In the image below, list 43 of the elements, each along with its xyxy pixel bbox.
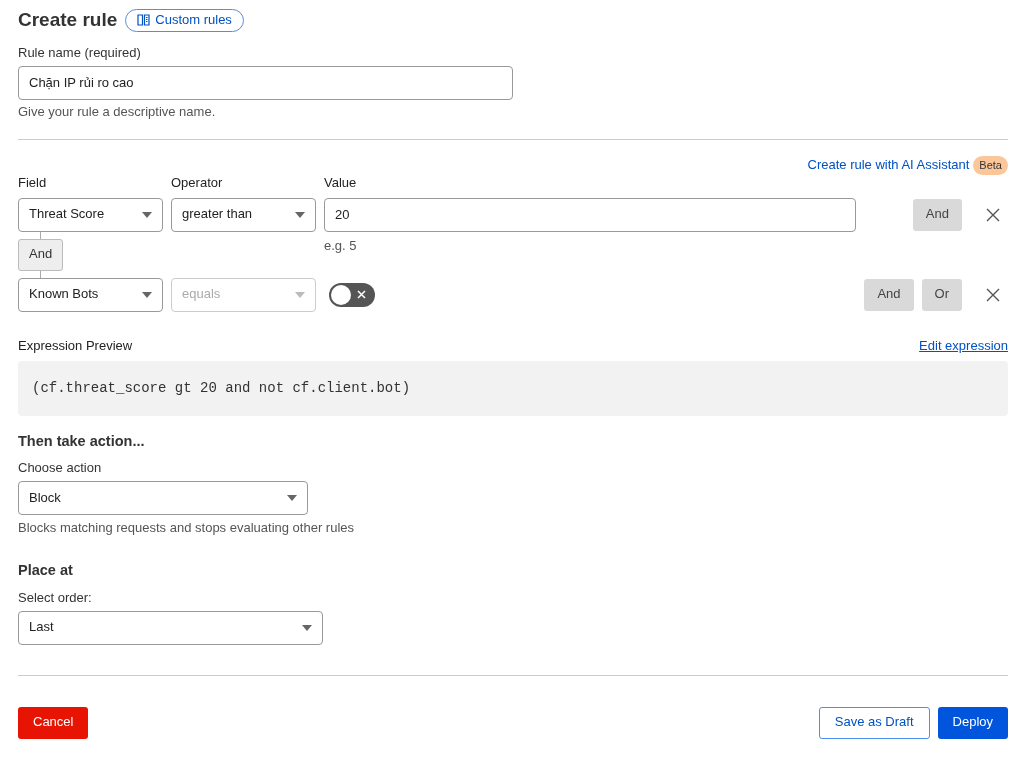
field-select[interactable]: Known Bots [18, 277, 163, 312]
section-heading: Place at [18, 561, 74, 580]
logic-button[interactable]: And [864, 278, 914, 311]
ai-assistant-link[interactable]: Create rule with AI Assistant [807, 157, 970, 175]
section-label: Expression Preview [18, 337, 133, 355]
and-button[interactable]: And [18, 238, 64, 271]
x-icon [357, 290, 366, 300]
field-label: Choose action [18, 460, 103, 478]
column-label: Operator [171, 174, 224, 192]
help-text: Give your rule a descriptive name. [18, 103, 217, 121]
column-label: Value [324, 174, 358, 192]
beta-badge: Beta [973, 156, 1008, 175]
field-select[interactable]: Threat Score [18, 197, 163, 232]
toggle-switch[interactable] [329, 282, 375, 307]
logic-button[interactable]: Or [921, 278, 962, 311]
logic-button[interactable]: And [912, 198, 962, 231]
docs-link[interactable]: Custom rules [125, 8, 244, 32]
caret-icon [287, 495, 297, 502]
help-text: Blocks matching requests and stops evaluating other rules [18, 520, 356, 538]
cancel-button[interactable]: Cancel [18, 706, 89, 739]
section-heading: Then take action... [18, 431, 146, 451]
deploy-button[interactable]: Deploy [937, 706, 1008, 739]
expression-code: (cf.threat_score gt 20 and not cf.client.bot) [32, 378, 411, 398]
page-title: Create rule [18, 8, 118, 32]
draft-button[interactable]: Save as Draft [818, 706, 930, 739]
order-select[interactable]: Last [18, 610, 323, 645]
caret-icon [142, 211, 152, 218]
action-select[interactable]: Block [18, 481, 308, 516]
field-label: Select order: [18, 590, 93, 607]
operator-select[interactable]: greater than [171, 197, 316, 232]
column-label: Field [18, 174, 48, 192]
close-icon[interactable] [986, 207, 1000, 222]
hint-text: e.g. 5 [324, 237, 357, 253]
caret-icon [295, 211, 305, 218]
book-icon [137, 14, 151, 27]
close-icon[interactable] [986, 287, 1000, 302]
caret-icon [142, 291, 152, 298]
value-input[interactable]: 20 [324, 197, 857, 232]
caret-icon [295, 291, 305, 298]
caret-icon [302, 624, 312, 631]
edit-expression-link[interactable]: Edit expression [919, 337, 1008, 355]
field-label: Rule name (required) [18, 44, 142, 62]
text-input[interactable]: Chặn IP rủi ro cao [18, 65, 513, 100]
